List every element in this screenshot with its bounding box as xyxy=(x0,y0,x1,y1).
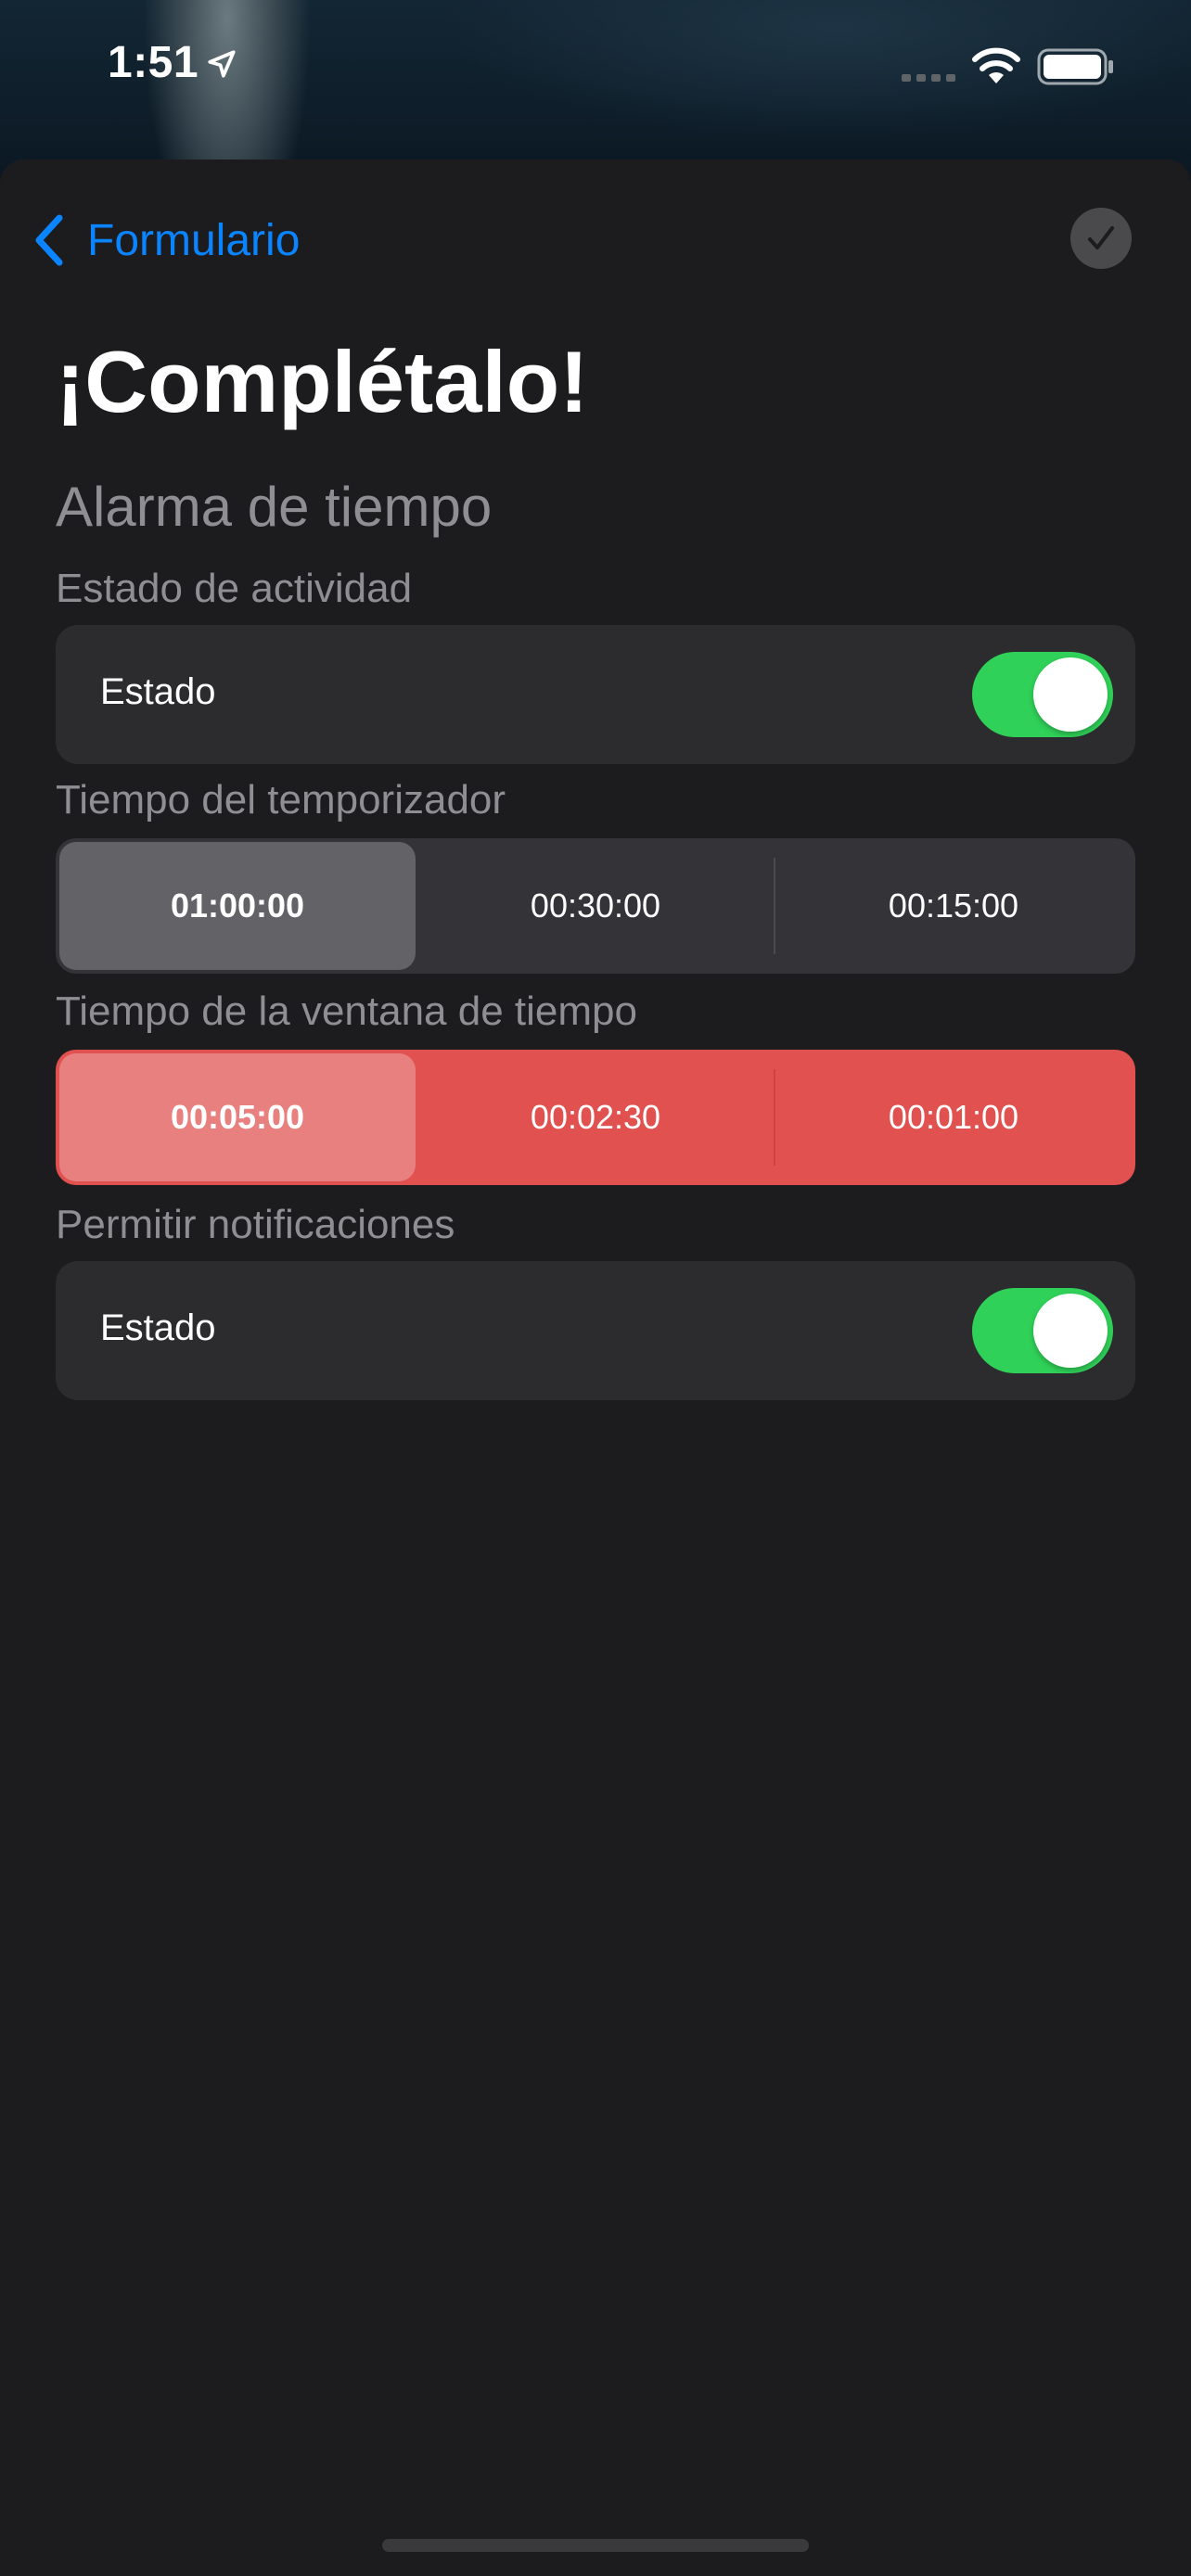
wifi-icon xyxy=(972,47,1020,83)
location-arrow-icon xyxy=(208,50,236,78)
window-option-1m[interactable]: 00:01:00 xyxy=(775,1053,1132,1181)
notifications-group-label: Permitir notificaciones xyxy=(56,1202,455,1247)
notifications-status-cell: Estado xyxy=(56,1261,1135,1400)
cellular-signal-icon xyxy=(902,74,955,82)
chevron-left-icon xyxy=(35,214,63,266)
timer-option-15m[interactable]: 00:15:00 xyxy=(775,842,1132,970)
screen: 1:51 Formulario ¡Complétalo! Alarma de t… xyxy=(0,0,1191,2576)
back-button-label: Formulario xyxy=(87,215,301,265)
activity-status-label: Estado xyxy=(100,671,216,712)
form-sheet: Formulario ¡Complétalo! Alarma de tiempo… xyxy=(0,159,1191,2576)
activity-status-toggle[interactable] xyxy=(972,652,1113,737)
section-title: Alarma de tiempo xyxy=(56,476,493,538)
home-indicator xyxy=(382,2539,809,2552)
checkmark-icon xyxy=(1088,226,1114,249)
window-group-label: Tiempo de la ventana de tiempo xyxy=(56,988,637,1034)
timer-option-30m[interactable]: 00:30:00 xyxy=(417,842,774,970)
toggle-knob xyxy=(1033,1294,1108,1368)
activity-group-label: Estado de actividad xyxy=(56,566,413,611)
timer-segmented-control: 01:00:00 00:30:00 00:15:00 xyxy=(56,838,1135,974)
timer-group-label: Tiempo del temporizador xyxy=(56,777,506,823)
window-segmented-control: 00:05:00 00:02:30 00:01:00 xyxy=(56,1050,1135,1185)
status-bar: 1:51 xyxy=(0,0,1191,139)
window-option-5m[interactable]: 00:05:00 xyxy=(59,1053,416,1181)
battery-icon xyxy=(1037,48,1113,85)
back-button[interactable]: Formulario xyxy=(32,208,300,273)
toggle-knob xyxy=(1033,657,1108,732)
notifications-status-label: Estado xyxy=(100,1307,216,1348)
status-time: 1:51 xyxy=(108,38,199,87)
page-title: ¡Complétalo! xyxy=(56,333,589,430)
notifications-status-toggle[interactable] xyxy=(972,1288,1113,1373)
done-button[interactable] xyxy=(1070,208,1132,269)
activity-status-cell: Estado xyxy=(56,625,1135,764)
window-option-2m30s[interactable]: 00:02:30 xyxy=(417,1053,774,1181)
timer-option-1h[interactable]: 01:00:00 xyxy=(59,842,416,970)
